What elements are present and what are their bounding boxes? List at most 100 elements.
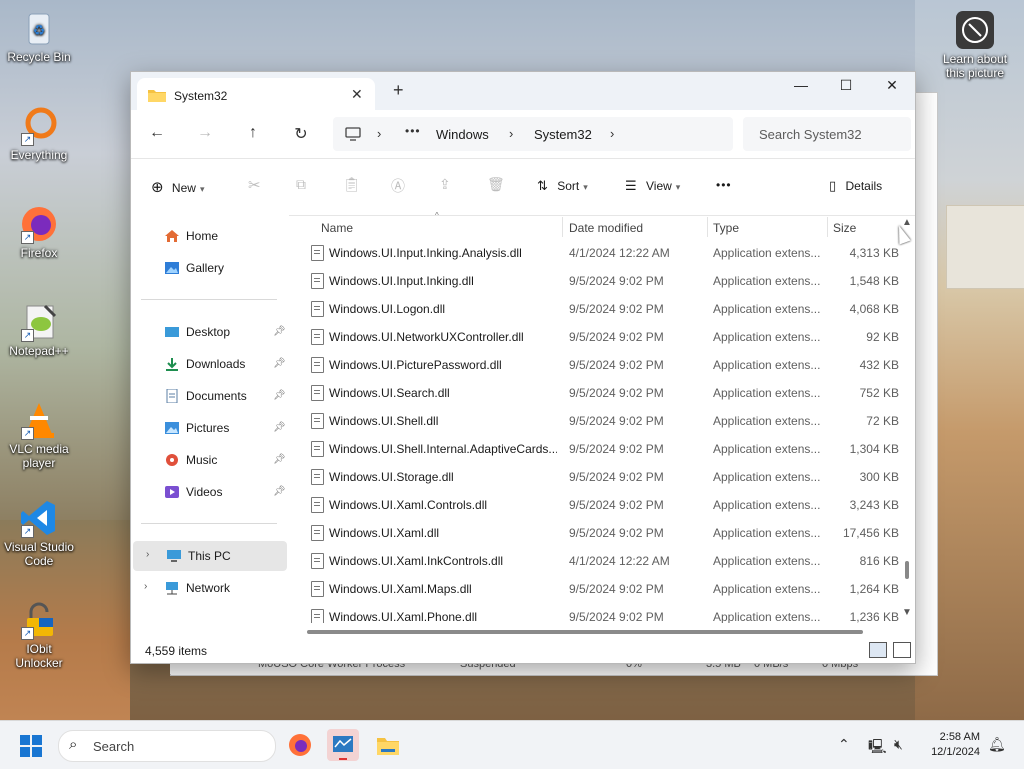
nav-item-documents[interactable]: Documents 📌︎ bbox=[131, 381, 287, 411]
desktop-icon-vlc[interactable]: ↗ VLC media player bbox=[1, 400, 77, 470]
nav-item-desktop[interactable]: Desktop 📌︎ bbox=[131, 317, 287, 347]
dll-file-icon bbox=[311, 301, 324, 317]
table-row[interactable]: Windows.UI.Xaml.Maps.dll 9/5/2024 9:02 PM… bbox=[289, 575, 901, 603]
desktop-icon-vscode[interactable]: ↗ Visual Studio Code bbox=[1, 498, 77, 568]
table-row[interactable]: Windows.UI.Xaml.Controls.dll 9/5/2024 9:0… bbox=[289, 491, 901, 519]
taskbar-search-box[interactable]: ⌕ Search bbox=[58, 730, 276, 762]
table-row[interactable]: Windows.UI.PicturePassword.dll 9/5/2024 9… bbox=[289, 351, 901, 379]
table-row[interactable]: Windows.UI.Shell.Internal.AdaptiveCards.… bbox=[289, 435, 901, 463]
forward-arrow-icon[interactable]: → bbox=[193, 124, 217, 142]
view-button[interactable]: ☰ View ▾ bbox=[625, 178, 680, 194]
file-explorer-window[interactable]: System32 ✕ + — ☐ ✕ ← → ↑ ↻ › ••• Windows… bbox=[130, 71, 916, 664]
chevron-right-icon[interactable]: › bbox=[610, 126, 614, 141]
paste-icon[interactable]: 📋︎ bbox=[343, 176, 361, 193]
column-header-type[interactable]: Type bbox=[713, 221, 739, 235]
more-breadcrumbs-icon[interactable]: ••• bbox=[405, 124, 421, 138]
maximize-icon[interactable]: ☐ bbox=[831, 77, 861, 94]
nav-item-videos[interactable]: Videos 📌︎ bbox=[131, 477, 287, 507]
title-bar[interactable]: System32 ✕ + — ☐ ✕ bbox=[131, 72, 915, 110]
file-type: Application extens... bbox=[713, 414, 821, 428]
nav-item-music[interactable]: Music 📌︎ bbox=[131, 445, 287, 475]
details-pane-button[interactable]: ▯ Details bbox=[829, 178, 882, 194]
show-hidden-icons-chevron[interactable]: ⌃ bbox=[838, 736, 850, 753]
table-row[interactable]: Windows.UI.Input.Inking.dll 9/5/2024 9:02… bbox=[289, 267, 901, 295]
close-window-icon[interactable]: ✕ bbox=[877, 77, 907, 94]
up-arrow-icon[interactable]: ↑ bbox=[241, 124, 265, 142]
delete-icon[interactable]: 🗑︎ bbox=[487, 176, 505, 193]
address-bar[interactable]: › ••• Windows › System32 › bbox=[333, 117, 733, 151]
taskbar-task-manager-icon[interactable] bbox=[327, 729, 359, 761]
windows-start-icon[interactable] bbox=[20, 735, 42, 757]
nav-item-network[interactable]: › Network bbox=[131, 573, 287, 603]
desktop-icon-iobit-unlocker[interactable]: ↗ IObit Unlocker bbox=[1, 600, 77, 670]
details-view-icon[interactable] bbox=[869, 642, 887, 658]
table-row[interactable]: Windows.UI.Shell.dll 9/5/2024 9:02 PM Appl… bbox=[289, 407, 901, 435]
scroll-down-icon[interactable]: ▼ bbox=[902, 607, 912, 618]
clock-date: 12/1/2024 bbox=[931, 746, 980, 758]
vertical-scrollbar[interactable]: ▲ ▼ bbox=[901, 215, 915, 625]
column-header-size[interactable]: Size bbox=[833, 221, 856, 235]
pin-icon[interactable]: 📌︎ bbox=[273, 486, 286, 497]
table-row[interactable]: Windows.UI.NetworkUXController.dll 9/5/20… bbox=[289, 323, 901, 351]
chevron-right-icon[interactable]: › bbox=[144, 581, 147, 592]
chevron-right-icon[interactable]: › bbox=[146, 549, 149, 560]
notification-bell-icon[interactable]: 🔔︎ bbox=[988, 736, 1006, 753]
refresh-icon[interactable]: ↻ bbox=[289, 124, 313, 144]
desktop-icon-notepadpp[interactable]: ↗ Notepad++ bbox=[1, 302, 77, 358]
breadcrumb-windows[interactable]: Windows bbox=[436, 127, 489, 142]
desktop-icon-everything[interactable]: ↗ Everything bbox=[1, 106, 77, 162]
column-divider[interactable] bbox=[707, 217, 708, 237]
volume-muted-icon[interactable]: 🔇︎ bbox=[894, 736, 903, 753]
column-header-date[interactable]: Date modified bbox=[569, 221, 643, 235]
new-tab-icon[interactable]: + bbox=[393, 80, 404, 101]
nav-item-gallery[interactable]: Gallery bbox=[131, 253, 287, 283]
pin-icon[interactable]: 📌︎ bbox=[273, 358, 286, 369]
column-divider[interactable] bbox=[827, 217, 828, 237]
clock[interactable]: 2:58 AM 12/1/2024 bbox=[920, 730, 980, 760]
large-icons-view-icon[interactable] bbox=[893, 642, 911, 658]
network-status-icon[interactable]: 🖳︎ bbox=[868, 736, 887, 760]
table-row[interactable]: Windows.UI.Input.Inking.Analysis.dll 4/1/… bbox=[289, 239, 901, 267]
breadcrumb-system32[interactable]: System32 bbox=[534, 127, 592, 142]
column-header-name[interactable]: Name bbox=[321, 221, 353, 235]
back-arrow-icon[interactable]: ← bbox=[145, 124, 169, 142]
close-tab-icon[interactable]: ✕ bbox=[351, 86, 363, 103]
minimize-icon[interactable]: — bbox=[786, 77, 816, 93]
nav-item-this-pc[interactable]: › This PC bbox=[133, 541, 287, 571]
desktop-icon-learn-picture[interactable]: Learn about this picture bbox=[936, 10, 1014, 80]
chevron-right-icon: › bbox=[377, 126, 382, 141]
new-button[interactable]: ⊕ New ▾ bbox=[151, 178, 204, 196]
nav-item-pictures[interactable]: Pictures 📌︎ bbox=[131, 413, 287, 443]
rename-icon[interactable]: Ⓐ bbox=[391, 176, 405, 196]
cut-icon[interactable]: ✂ bbox=[248, 176, 261, 194]
desktop-icon-firefox[interactable]: ↗ Firefox bbox=[1, 204, 77, 260]
item-count: 4,559 items bbox=[145, 644, 208, 658]
table-row[interactable]: Windows.UI.Xaml.dll 9/5/2024 9:02 PM Appli… bbox=[289, 519, 901, 547]
nav-item-downloads[interactable]: Downloads 📌︎ bbox=[131, 349, 287, 379]
pin-icon[interactable]: 📌︎ bbox=[273, 422, 286, 433]
file-type: Application extens... bbox=[713, 246, 821, 260]
search-box[interactable]: Search System32 bbox=[743, 117, 911, 151]
shortcut-arrow-icon: ↗ bbox=[21, 627, 34, 640]
taskbar-firefox-icon[interactable] bbox=[284, 729, 316, 761]
scroll-thumb[interactable] bbox=[905, 561, 909, 579]
sort-button[interactable]: ⇅ Sort ▾ bbox=[537, 178, 588, 194]
share-icon[interactable]: ⇪ bbox=[439, 176, 451, 193]
pin-icon[interactable]: 📌︎ bbox=[273, 454, 286, 465]
nav-item-home[interactable]: Home bbox=[131, 221, 287, 251]
column-divider[interactable] bbox=[562, 217, 563, 237]
tab-system32[interactable]: System32 ✕ bbox=[137, 78, 375, 110]
dll-file-icon bbox=[311, 245, 324, 261]
table-row[interactable]: Windows.UI.Xaml.Phone.dll 9/5/2024 9:02 P… bbox=[289, 603, 901, 623]
table-row[interactable]: Windows.UI.Storage.dll 9/5/2024 9:02 PM Ap… bbox=[289, 463, 901, 491]
table-row[interactable]: Windows.UI.Logon.dll 9/5/2024 9:02 PM Appl… bbox=[289, 295, 901, 323]
copy-icon[interactable]: ⧉ bbox=[296, 176, 306, 193]
desktop-icon-recycle-bin[interactable]: ♻ Recycle Bin bbox=[1, 8, 77, 64]
pin-icon[interactable]: 📌︎ bbox=[273, 326, 286, 337]
table-row[interactable]: Windows.UI.Search.dll 9/5/2024 9:02 PM App… bbox=[289, 379, 901, 407]
more-options-button[interactable]: ••• bbox=[716, 178, 732, 192]
taskbar-file-explorer-icon[interactable] bbox=[372, 729, 404, 761]
pin-icon[interactable]: 📌︎ bbox=[273, 390, 286, 401]
table-row[interactable]: Windows.UI.Xaml.InkControls.dll 4/1/2024 … bbox=[289, 547, 901, 575]
horizontal-scrollbar[interactable] bbox=[307, 630, 863, 634]
